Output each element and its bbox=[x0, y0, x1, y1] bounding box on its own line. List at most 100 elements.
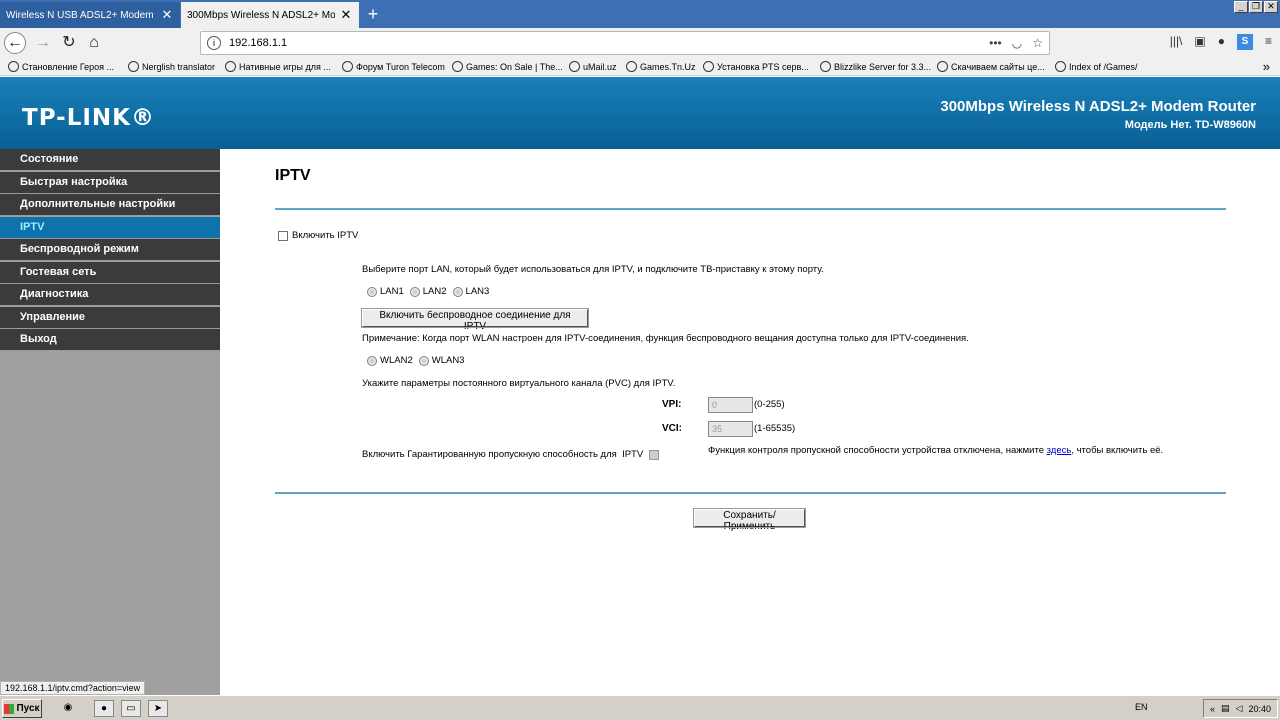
bookmark-item[interactable]: Games.Tn.Uz bbox=[626, 61, 696, 72]
bookmark-label: Становление Героя ... bbox=[22, 61, 114, 72]
bookmark-label: Blizzlike Server for 3.3... bbox=[834, 61, 932, 72]
close-tab-icon[interactable]: ✕ bbox=[160, 7, 174, 23]
bookmark-item[interactable]: Установка PTS серв... bbox=[703, 61, 809, 72]
globe-icon bbox=[1055, 61, 1066, 72]
bookmark-label: Games: On Sale | The... bbox=[466, 61, 563, 72]
tray-expand-icon[interactable]: « bbox=[1210, 704, 1215, 714]
tab-wireless-usb-router[interactable]: Wireless N USB ADSL2+ Modem Router ✕ bbox=[0, 2, 180, 28]
tab-title: Wireless N USB ADSL2+ Modem Router bbox=[6, 9, 156, 21]
bookmark-item[interactable]: Становление Героя ... bbox=[8, 61, 114, 72]
globe-icon bbox=[937, 61, 948, 72]
wlan-radio-group: WLAN2 WLAN3 bbox=[367, 355, 464, 366]
bookmark-item[interactable]: Index of /Games/ bbox=[1055, 61, 1138, 72]
start-label: Пуск bbox=[16, 703, 40, 714]
sidebar-item-wireless[interactable]: Беспроводной режим bbox=[0, 239, 220, 261]
bookmark-label: uMail.uz bbox=[583, 61, 617, 72]
bookmark-item[interactable]: Games: On Sale | The... bbox=[452, 61, 563, 72]
lan2-label: LAN2 bbox=[422, 286, 447, 297]
sidebar-menu: Состояние Быстрая настройка Дополнительн… bbox=[0, 149, 220, 695]
bookmark-item[interactable]: Blizzlike Server for 3.3... bbox=[820, 61, 931, 72]
model-number: Модель Нет. TD-W8960N bbox=[1124, 119, 1256, 131]
account-icon[interactable]: ● bbox=[1218, 34, 1225, 50]
close-tab-icon[interactable]: ✕ bbox=[339, 7, 353, 23]
skype-icon[interactable]: S bbox=[1236, 34, 1253, 50]
back-arrow-icon[interactable]: ← bbox=[4, 32, 26, 54]
close-window-icon[interactable]: ✕ bbox=[1264, 1, 1278, 13]
address-bar[interactable]: i 192.168.1.1 ••• ◡ ☆ bbox=[200, 31, 1050, 55]
sidebar-icon[interactable]: ▣ bbox=[1194, 34, 1205, 50]
start-button[interactable]: Пуск bbox=[2, 699, 42, 718]
window-controls: _ ❐ ✕ bbox=[1234, 1, 1278, 13]
bookmark-item[interactable]: Скачиваем сайты це... bbox=[937, 61, 1045, 72]
telegram-icon[interactable]: ➤ bbox=[148, 700, 168, 717]
lan1-label: LAN1 bbox=[380, 286, 404, 297]
reload-icon[interactable]: ↻ bbox=[58, 32, 80, 54]
new-tab-button[interactable]: + bbox=[362, 3, 384, 25]
page-title: IPTV bbox=[275, 167, 311, 184]
lan1-option[interactable]: LAN1 bbox=[367, 286, 404, 297]
wlan3-label: WLAN3 bbox=[431, 355, 465, 366]
system-tray: « ▤ ◁ 20:40 bbox=[1203, 699, 1278, 718]
page-actions-icon[interactable]: ••• bbox=[989, 36, 1002, 50]
browser-tab-bar: Wireless N USB ADSL2+ Modem Router ✕ 300… bbox=[0, 0, 1280, 28]
viber-icon[interactable]: ◉ bbox=[58, 700, 78, 717]
wlan2-label: WLAN2 bbox=[380, 355, 413, 366]
pocket-icon[interactable]: ◡ bbox=[1012, 36, 1022, 50]
bookmark-label: Index of /Games/ bbox=[1069, 61, 1138, 72]
save-apply-button[interactable]: Сохранить/Применить bbox=[693, 508, 806, 532]
url-text[interactable]: 192.168.1.1 bbox=[229, 37, 989, 49]
sidebar-item-advanced-settings[interactable]: Дополнительные настройки bbox=[0, 194, 220, 216]
bookmark-label: Nerglish translator bbox=[142, 61, 216, 72]
bookmark-item[interactable]: Форум Turon Telecom bbox=[342, 61, 445, 72]
tab-300mbps-router[interactable]: 300Mbps Wireless N ADSL2+ Modem Ro ✕ bbox=[181, 2, 359, 28]
vpi-input[interactable] bbox=[708, 397, 753, 413]
sidebar-item-guest-network[interactable]: Гостевая сеть bbox=[0, 261, 220, 284]
menu-icon[interactable]: ≡ bbox=[1265, 34, 1272, 50]
folder-icon[interactable]: ▭ bbox=[121, 700, 141, 717]
enable-wireless-iptv-button[interactable]: Включить беспроводное соединение для IPT… bbox=[361, 308, 589, 332]
restore-icon[interactable]: ❐ bbox=[1249, 1, 1263, 13]
sidebar-item-quick-setup[interactable]: Быстрая настройка bbox=[0, 171, 220, 194]
home-icon[interactable]: ⌂ bbox=[83, 32, 105, 54]
more-bookmarks-icon[interactable]: » bbox=[1263, 59, 1270, 74]
enable-iptv-checkbox[interactable] bbox=[278, 230, 288, 241]
guaranteed-bandwidth-checkbox[interactable] bbox=[649, 449, 660, 460]
firefox-icon[interactable]: ● bbox=[94, 700, 114, 717]
windows-taskbar: Пуск ◉ ● ▭ ➤ EN « ▤ ◁ 20:40 bbox=[0, 695, 1280, 720]
sidebar-item-logout[interactable]: Выход bbox=[0, 329, 220, 351]
link-status-url: 192.168.1.1/iptv.cmd?action=view bbox=[0, 681, 146, 695]
vci-input[interactable] bbox=[708, 421, 753, 437]
sidebar-item-status[interactable]: Состояние bbox=[0, 149, 220, 171]
bookmark-label: Форум Turon Telecom bbox=[356, 61, 445, 72]
lan3-option[interactable]: LAN3 bbox=[452, 286, 489, 297]
windows-flag-icon bbox=[4, 703, 15, 714]
lan1-radio[interactable] bbox=[367, 286, 377, 297]
bookmark-item[interactable]: Нативные игры для ... bbox=[225, 61, 331, 72]
lan2-option[interactable]: LAN2 bbox=[409, 286, 447, 297]
vpi-range: (0-255) bbox=[754, 399, 785, 410]
forward-arrow-icon[interactable]: → bbox=[32, 32, 54, 54]
library-icon[interactable]: |||\ bbox=[1170, 34, 1183, 50]
divider bbox=[275, 208, 1226, 210]
sidebar-item-diagnostics[interactable]: Диагностика bbox=[0, 284, 220, 306]
sidebar-item-iptv[interactable]: IPTV bbox=[0, 216, 220, 239]
bookmark-star-icon[interactable]: ☆ bbox=[1032, 36, 1043, 50]
bookmark-item[interactable]: Nerglish translator bbox=[128, 61, 215, 72]
clock[interactable]: 20:40 bbox=[1248, 704, 1271, 714]
wlan2-radio[interactable] bbox=[367, 355, 377, 366]
lan3-radio[interactable] bbox=[452, 286, 463, 297]
network-icon[interactable]: ▤ bbox=[1221, 703, 1230, 714]
guaranteed-bandwidth-label: Включить Гарантированную пропускную спос… bbox=[362, 449, 644, 460]
volume-icon[interactable]: ◁ bbox=[1236, 703, 1243, 714]
site-info-icon[interactable]: i bbox=[207, 36, 221, 50]
bandwidth-note: Функция контроля пропускной способности … bbox=[708, 445, 1163, 456]
lan2-radio[interactable] bbox=[409, 286, 420, 297]
language-indicator[interactable]: EN bbox=[1135, 702, 1148, 712]
sidebar-item-management[interactable]: Управление bbox=[0, 306, 220, 329]
bookmark-item[interactable]: uMail.uz bbox=[569, 61, 617, 72]
wlan3-option[interactable]: WLAN3 bbox=[418, 355, 465, 366]
enable-bandwidth-link[interactable]: здесь bbox=[1047, 445, 1072, 456]
wlan2-option[interactable]: WLAN2 bbox=[367, 355, 413, 366]
minimize-icon[interactable]: _ bbox=[1234, 1, 1248, 13]
wlan3-radio[interactable] bbox=[418, 355, 429, 366]
